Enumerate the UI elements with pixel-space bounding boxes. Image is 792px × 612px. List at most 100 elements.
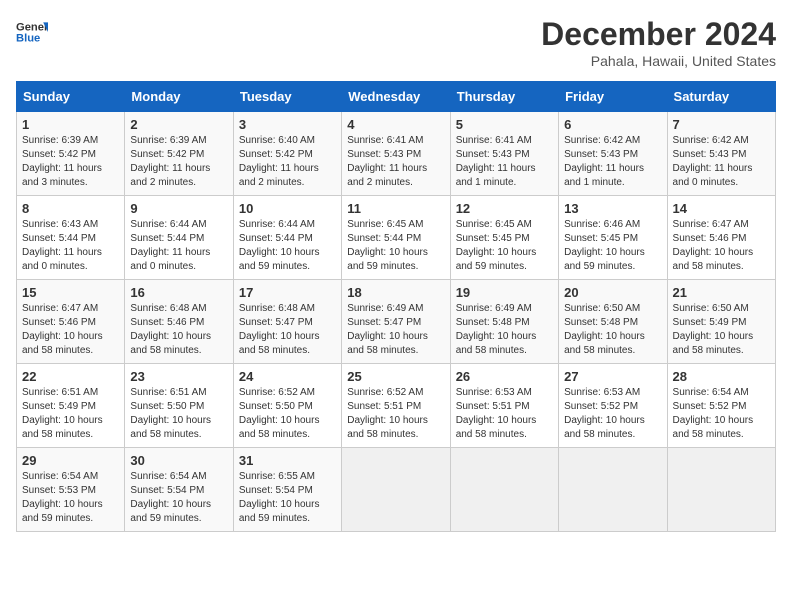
weekday-header: Thursday [450, 82, 558, 112]
day-info: Sunrise: 6:52 AM Sunset: 5:50 PM Dayligh… [239, 386, 336, 442]
day-number: 2 [130, 117, 227, 132]
weekday-header: Saturday [667, 82, 775, 112]
svg-text:Blue: Blue [16, 33, 40, 45]
day-number: 20 [564, 285, 661, 300]
calendar-day-cell: 16 Sunrise: 6:48 AM Sunset: 5:46 PM Dayl… [125, 280, 233, 364]
calendar-day-cell: 15 Sunrise: 6:47 AM Sunset: 5:46 PM Dayl… [17, 280, 125, 364]
weekday-header: Sunday [17, 82, 125, 112]
calendar-day-cell: 14 Sunrise: 6:47 AM Sunset: 5:46 PM Dayl… [667, 196, 775, 280]
day-number: 28 [673, 369, 770, 384]
calendar-day-cell: 9 Sunrise: 6:44 AM Sunset: 5:44 PM Dayli… [125, 196, 233, 280]
day-number: 7 [673, 117, 770, 132]
day-info: Sunrise: 6:50 AM Sunset: 5:49 PM Dayligh… [673, 302, 770, 358]
day-info: Sunrise: 6:55 AM Sunset: 5:54 PM Dayligh… [239, 470, 336, 526]
day-number: 19 [456, 285, 553, 300]
calendar-day-cell: 13 Sunrise: 6:46 AM Sunset: 5:45 PM Dayl… [559, 196, 667, 280]
day-number: 22 [22, 369, 119, 384]
day-number: 21 [673, 285, 770, 300]
day-number: 9 [130, 201, 227, 216]
calendar-day-cell: 6 Sunrise: 6:42 AM Sunset: 5:43 PM Dayli… [559, 112, 667, 196]
day-number: 31 [239, 453, 336, 468]
day-info: Sunrise: 6:39 AM Sunset: 5:42 PM Dayligh… [22, 134, 119, 190]
calendar-day-cell: 2 Sunrise: 6:39 AM Sunset: 5:42 PM Dayli… [125, 112, 233, 196]
day-info: Sunrise: 6:45 AM Sunset: 5:45 PM Dayligh… [456, 218, 553, 274]
day-number: 13 [564, 201, 661, 216]
day-info: Sunrise: 6:42 AM Sunset: 5:43 PM Dayligh… [673, 134, 770, 190]
page-title: December 2024 [541, 16, 776, 53]
day-info: Sunrise: 6:54 AM Sunset: 5:54 PM Dayligh… [130, 470, 227, 526]
day-info: Sunrise: 6:53 AM Sunset: 5:52 PM Dayligh… [564, 386, 661, 442]
calendar-header: SundayMondayTuesdayWednesdayThursdayFrid… [17, 82, 776, 112]
day-number: 24 [239, 369, 336, 384]
day-number: 15 [22, 285, 119, 300]
day-info: Sunrise: 6:44 AM Sunset: 5:44 PM Dayligh… [130, 218, 227, 274]
calendar-day-cell: 31 Sunrise: 6:55 AM Sunset: 5:54 PM Dayl… [233, 448, 341, 532]
calendar-day-cell: 24 Sunrise: 6:52 AM Sunset: 5:50 PM Dayl… [233, 364, 341, 448]
day-number: 23 [130, 369, 227, 384]
day-info: Sunrise: 6:54 AM Sunset: 5:52 PM Dayligh… [673, 386, 770, 442]
calendar-day-cell: 8 Sunrise: 6:43 AM Sunset: 5:44 PM Dayli… [17, 196, 125, 280]
calendar-table: SundayMondayTuesdayWednesdayThursdayFrid… [16, 81, 776, 532]
calendar-day-cell: 1 Sunrise: 6:39 AM Sunset: 5:42 PM Dayli… [17, 112, 125, 196]
calendar-day-cell: 25 Sunrise: 6:52 AM Sunset: 5:51 PM Dayl… [342, 364, 450, 448]
day-number: 5 [456, 117, 553, 132]
calendar-body: 1 Sunrise: 6:39 AM Sunset: 5:42 PM Dayli… [17, 112, 776, 532]
calendar-day-cell: 30 Sunrise: 6:54 AM Sunset: 5:54 PM Dayl… [125, 448, 233, 532]
page-subtitle: Pahala, Hawaii, United States [541, 53, 776, 69]
day-number: 11 [347, 201, 444, 216]
day-info: Sunrise: 6:47 AM Sunset: 5:46 PM Dayligh… [673, 218, 770, 274]
weekday-header: Friday [559, 82, 667, 112]
calendar-day-cell: 4 Sunrise: 6:41 AM Sunset: 5:43 PM Dayli… [342, 112, 450, 196]
calendar-day-cell: 19 Sunrise: 6:49 AM Sunset: 5:48 PM Dayl… [450, 280, 558, 364]
calendar-day-cell: 23 Sunrise: 6:51 AM Sunset: 5:50 PM Dayl… [125, 364, 233, 448]
calendar-day-cell: 12 Sunrise: 6:45 AM Sunset: 5:45 PM Dayl… [450, 196, 558, 280]
calendar-day-cell: 10 Sunrise: 6:44 AM Sunset: 5:44 PM Dayl… [233, 196, 341, 280]
day-number: 25 [347, 369, 444, 384]
day-info: Sunrise: 6:52 AM Sunset: 5:51 PM Dayligh… [347, 386, 444, 442]
day-info: Sunrise: 6:47 AM Sunset: 5:46 PM Dayligh… [22, 302, 119, 358]
calendar-week-row: 1 Sunrise: 6:39 AM Sunset: 5:42 PM Dayli… [17, 112, 776, 196]
day-info: Sunrise: 6:43 AM Sunset: 5:44 PM Dayligh… [22, 218, 119, 274]
day-info: Sunrise: 6:44 AM Sunset: 5:44 PM Dayligh… [239, 218, 336, 274]
day-number: 26 [456, 369, 553, 384]
day-info: Sunrise: 6:53 AM Sunset: 5:51 PM Dayligh… [456, 386, 553, 442]
day-info: Sunrise: 6:49 AM Sunset: 5:47 PM Dayligh… [347, 302, 444, 358]
header: General Blue December 2024 Pahala, Hawai… [16, 16, 776, 69]
day-info: Sunrise: 6:42 AM Sunset: 5:43 PM Dayligh… [564, 134, 661, 190]
calendar-day-cell [667, 448, 775, 532]
day-number: 1 [22, 117, 119, 132]
weekday-header: Monday [125, 82, 233, 112]
svg-text:General: General [16, 21, 48, 33]
calendar-day-cell: 11 Sunrise: 6:45 AM Sunset: 5:44 PM Dayl… [342, 196, 450, 280]
day-number: 3 [239, 117, 336, 132]
weekday-header: Tuesday [233, 82, 341, 112]
day-number: 16 [130, 285, 227, 300]
day-number: 30 [130, 453, 227, 468]
calendar-day-cell: 17 Sunrise: 6:48 AM Sunset: 5:47 PM Dayl… [233, 280, 341, 364]
calendar-week-row: 8 Sunrise: 6:43 AM Sunset: 5:44 PM Dayli… [17, 196, 776, 280]
day-number: 8 [22, 201, 119, 216]
day-number: 18 [347, 285, 444, 300]
day-number: 6 [564, 117, 661, 132]
calendar-day-cell: 20 Sunrise: 6:50 AM Sunset: 5:48 PM Dayl… [559, 280, 667, 364]
day-number: 12 [456, 201, 553, 216]
day-info: Sunrise: 6:48 AM Sunset: 5:47 PM Dayligh… [239, 302, 336, 358]
calendar-week-row: 29 Sunrise: 6:54 AM Sunset: 5:53 PM Dayl… [17, 448, 776, 532]
calendar-day-cell: 21 Sunrise: 6:50 AM Sunset: 5:49 PM Dayl… [667, 280, 775, 364]
day-info: Sunrise: 6:51 AM Sunset: 5:49 PM Dayligh… [22, 386, 119, 442]
calendar-day-cell: 22 Sunrise: 6:51 AM Sunset: 5:49 PM Dayl… [17, 364, 125, 448]
calendar-day-cell [450, 448, 558, 532]
calendar-week-row: 15 Sunrise: 6:47 AM Sunset: 5:46 PM Dayl… [17, 280, 776, 364]
day-number: 4 [347, 117, 444, 132]
day-number: 14 [673, 201, 770, 216]
day-info: Sunrise: 6:51 AM Sunset: 5:50 PM Dayligh… [130, 386, 227, 442]
calendar-day-cell: 27 Sunrise: 6:53 AM Sunset: 5:52 PM Dayl… [559, 364, 667, 448]
day-info: Sunrise: 6:40 AM Sunset: 5:42 PM Dayligh… [239, 134, 336, 190]
calendar-day-cell: 26 Sunrise: 6:53 AM Sunset: 5:51 PM Dayl… [450, 364, 558, 448]
day-info: Sunrise: 6:50 AM Sunset: 5:48 PM Dayligh… [564, 302, 661, 358]
calendar-week-row: 22 Sunrise: 6:51 AM Sunset: 5:49 PM Dayl… [17, 364, 776, 448]
day-info: Sunrise: 6:41 AM Sunset: 5:43 PM Dayligh… [456, 134, 553, 190]
calendar-day-cell: 5 Sunrise: 6:41 AM Sunset: 5:43 PM Dayli… [450, 112, 558, 196]
day-number: 27 [564, 369, 661, 384]
title-area: December 2024 Pahala, Hawaii, United Sta… [541, 16, 776, 69]
